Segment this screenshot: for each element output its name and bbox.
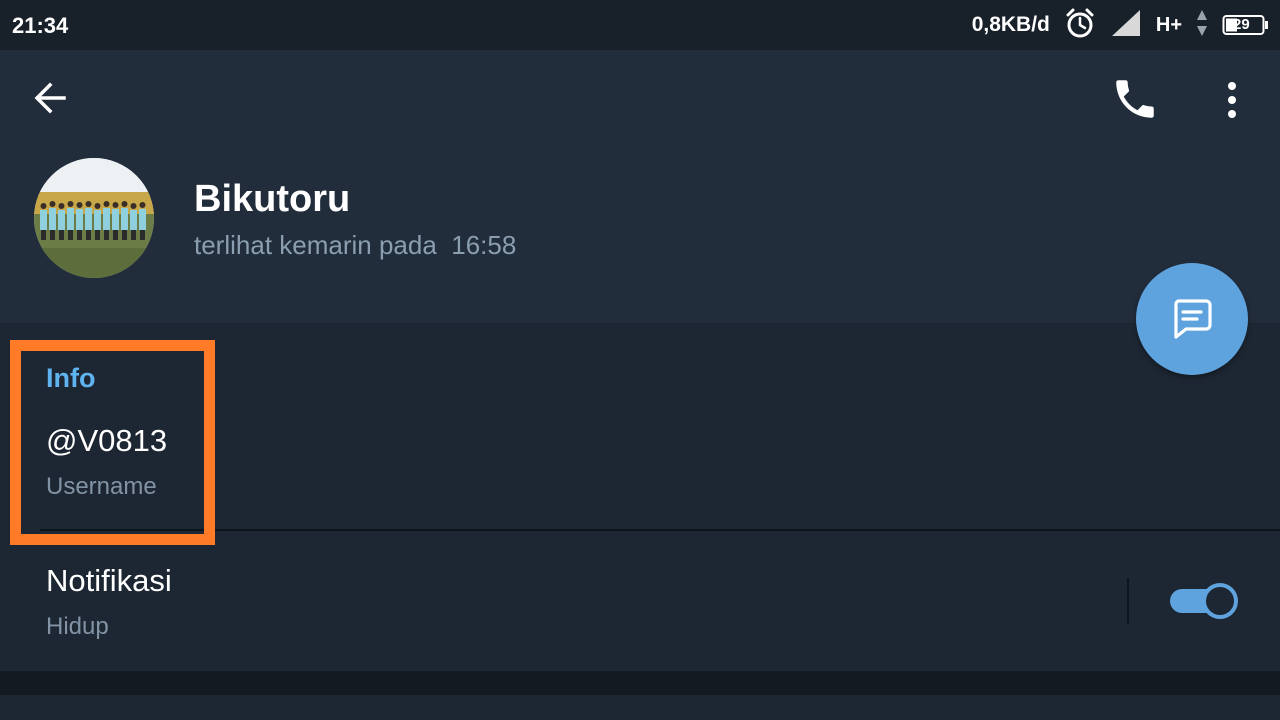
status-bar: 21:34 0,8KB/d H+ 29 (0, 0, 1280, 50)
section-gap (0, 671, 1280, 695)
info-section: Info @V0813 Username (0, 323, 1280, 531)
battery-level: 29 (1233, 16, 1250, 33)
arrow-left-icon (34, 82, 66, 114)
status-indicators: 0,8KB/d H+ 29 (972, 8, 1268, 42)
last-seen-status: terlihat kemarin pada 16:58 (194, 230, 517, 260)
status-time: 21:34 (12, 13, 69, 38)
notifications-status: Hidup (46, 613, 109, 640)
more-vertical-icon (1228, 82, 1236, 118)
signal-icon (1110, 8, 1142, 43)
notifications-title: Notifikasi (46, 563, 172, 598)
alarm-clock-icon (1064, 7, 1096, 44)
battery-icon: 29 (1222, 14, 1268, 36)
send-message-button[interactable] (1136, 263, 1248, 375)
message-icon (1174, 299, 1212, 339)
info-section-title: Info (46, 363, 96, 393)
network-speed: 0,8KB/d (971, 13, 1050, 36)
username-label: Username (46, 473, 157, 500)
toggle-knob (1202, 583, 1238, 619)
avatar[interactable] (34, 158, 154, 278)
divider (1127, 578, 1129, 624)
phone-icon (1116, 80, 1154, 118)
back-button[interactable] (30, 78, 80, 118)
call-button[interactable] (1110, 74, 1160, 124)
notifications-toggle[interactable] (1168, 581, 1240, 621)
avatar-photo (34, 158, 154, 278)
next-section (0, 695, 1280, 720)
network-type: H+ (1155, 13, 1182, 36)
username-value[interactable]: @V0813 (46, 423, 167, 459)
notifications-row[interactable]: Notifikasi Hidup (0, 531, 1280, 671)
profile-header: Bikutoru terlihat kemarin pada 16:58 (0, 50, 1280, 323)
profile-name: Bikutoru (194, 178, 351, 220)
more-options-button[interactable] (1212, 78, 1252, 122)
data-arrows-icon (1196, 8, 1208, 43)
